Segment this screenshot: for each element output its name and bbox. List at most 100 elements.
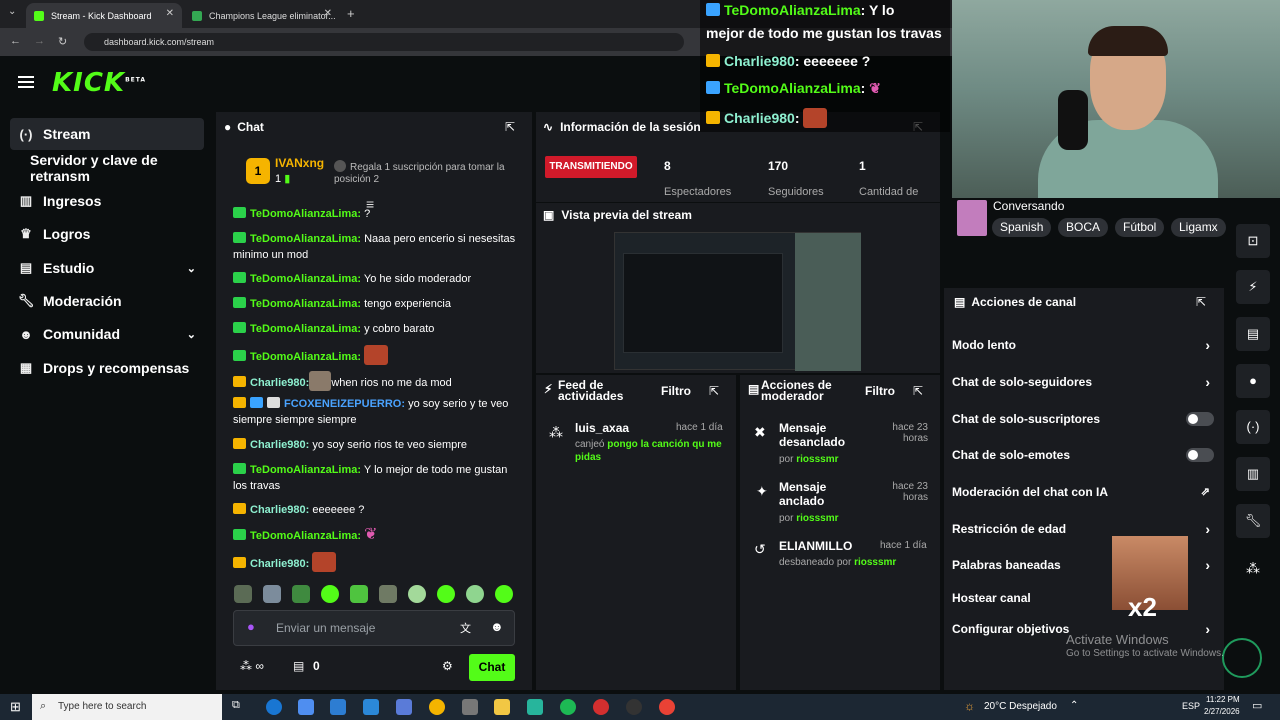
studio-icon: ▤ bbox=[19, 260, 33, 275]
edge-icon[interactable] bbox=[266, 699, 282, 715]
overlay-line: TeDomoAlianzaLima: Y lo bbox=[706, 2, 894, 18]
popout-icon[interactable]: ⇱ bbox=[505, 120, 515, 134]
task-view-icon[interactable]: ⧉ bbox=[232, 699, 248, 715]
wrench-icon: 🔧︎ bbox=[17, 293, 35, 308]
kick-logo[interactable]: KICKBETA bbox=[52, 68, 146, 98]
emote-icon[interactable] bbox=[263, 585, 281, 603]
feed-filter-button[interactable]: Filtro bbox=[661, 384, 691, 398]
wrench-icon[interactable]: 🔧︎ bbox=[1236, 504, 1270, 538]
copilot-icon[interactable] bbox=[298, 699, 314, 715]
broadcast-icon[interactable]: (·) bbox=[1236, 410, 1270, 444]
opera-icon[interactable] bbox=[593, 699, 609, 715]
tag-futbol[interactable]: Fútbol bbox=[1115, 218, 1165, 237]
popout-icon[interactable]: ⇱ bbox=[1196, 295, 1206, 309]
app-icon[interactable] bbox=[527, 699, 543, 715]
clock-date[interactable]: 2/27/2026 bbox=[1204, 707, 1240, 716]
weather-text[interactable]: 20°C Despejado bbox=[984, 701, 1057, 712]
emote-icon[interactable] bbox=[292, 585, 310, 603]
new-tab-icon[interactable]: + bbox=[347, 6, 355, 21]
live-status-badge: TRANSMITIENDO bbox=[545, 156, 637, 178]
chat-bubble-icon: ● bbox=[224, 120, 232, 134]
tray-chevron-icon[interactable]: ⌃ bbox=[1070, 700, 1078, 711]
mod-actions-header: ▤ Acciones de moderador bbox=[748, 378, 832, 403]
emote-icon[interactable] bbox=[379, 585, 397, 603]
category-thumbnail bbox=[957, 200, 987, 236]
emote-icon[interactable] bbox=[466, 585, 484, 603]
chevron-down-icon: ⌄ bbox=[186, 328, 196, 341]
tab-champions[interactable]: Champions League eliminator... ✕ bbox=[184, 3, 340, 28]
mod-filter-button[interactable]: Filtro bbox=[865, 384, 895, 398]
notes-icon[interactable]: ▤ bbox=[1236, 317, 1270, 351]
chat-message: Charlie980: yo soy serio rios te veo sie… bbox=[233, 437, 519, 453]
back-icon[interactable]: ← bbox=[10, 35, 21, 47]
action-slow-mode[interactable]: Modo lento › bbox=[952, 335, 1216, 355]
translate-icon[interactable]: 文 bbox=[460, 620, 471, 636]
spotify-icon[interactable] bbox=[560, 699, 576, 715]
chrome-icon[interactable] bbox=[659, 699, 675, 715]
lightning-icon[interactable]: ⚡︎ bbox=[1236, 270, 1270, 304]
chevron-right-icon: › bbox=[1205, 374, 1210, 390]
emote-icon[interactable] bbox=[408, 585, 426, 603]
chat-bubble-icon[interactable]: ● bbox=[1236, 364, 1270, 398]
stream-preview[interactable] bbox=[614, 232, 861, 371]
emote-icon[interactable] bbox=[437, 585, 455, 603]
chevron-right-icon: › bbox=[1205, 621, 1210, 637]
action-followers-only[interactable]: Chat de solo-seguidores › bbox=[952, 372, 1216, 392]
obs-icon[interactable] bbox=[626, 699, 642, 715]
tab-search-icon[interactable]: ⌄ bbox=[8, 6, 16, 17]
send-chat-button[interactable]: Chat bbox=[469, 654, 515, 681]
forward-icon[interactable]: → bbox=[34, 35, 45, 47]
message-input[interactable]: Enviar un mensaje bbox=[233, 610, 515, 646]
sidebar-item-drops[interactable]: ▦ Drops y recompensas bbox=[10, 352, 204, 384]
emotes-only-toggle[interactable] bbox=[1186, 448, 1214, 462]
reload-icon[interactable]: ↻ bbox=[58, 35, 67, 48]
points-icon[interactable]: ⁂ bbox=[1246, 560, 1260, 577]
menu-icon[interactable] bbox=[18, 76, 34, 88]
emote-icon[interactable] bbox=[321, 585, 339, 603]
mod-action: ELIANMILLO bbox=[779, 539, 853, 553]
action-ai-moderation[interactable]: Moderación del chat con IA ⇗ bbox=[952, 482, 1216, 502]
points-icon[interactable]: ⁂ ∞ bbox=[240, 659, 264, 673]
close-tab-icon[interactable]: ✕ bbox=[324, 8, 332, 19]
sidebar-item-estudio[interactable]: ▤ Estudio ⌄ bbox=[10, 252, 204, 284]
tag-spanish[interactable]: Spanish bbox=[992, 218, 1052, 237]
sidebar-item-comunidad[interactable]: ☻ Comunidad ⌄ bbox=[10, 318, 204, 350]
popout-icon[interactable]: ⇱ bbox=[913, 384, 923, 398]
emote-icon[interactable] bbox=[234, 585, 252, 603]
subscribers-only-toggle[interactable] bbox=[1186, 412, 1214, 426]
sidebar-item-logros[interactable]: ♛ Logros bbox=[10, 218, 204, 250]
tag-ligamx[interactable]: Ligamx bbox=[1171, 218, 1226, 237]
sidebar-item-moderacion[interactable]: 🔧︎ Moderación bbox=[10, 285, 204, 317]
windows-start-icon[interactable]: ⊞ bbox=[10, 699, 21, 715]
notification-icon[interactable]: ▭ bbox=[1252, 699, 1262, 712]
emote-icon[interactable] bbox=[350, 585, 368, 603]
emoji-icon[interactable]: ☻ bbox=[490, 619, 504, 634]
clock-time[interactable]: 11:22 PM bbox=[1206, 695, 1240, 704]
store-icon[interactable]: ▤ bbox=[293, 659, 304, 673]
category-name[interactable]: Conversando bbox=[993, 199, 1064, 213]
mail-icon[interactable] bbox=[330, 699, 346, 715]
popout-icon[interactable]: ⇱ bbox=[709, 384, 719, 398]
language-indicator[interactable]: ESP bbox=[1182, 701, 1200, 711]
sidebar-item-ingresos[interactable]: ▥ Ingresos bbox=[10, 185, 204, 217]
vscode-icon[interactable] bbox=[396, 699, 412, 715]
app-icon[interactable] bbox=[462, 699, 478, 715]
top-gifter-name[interactable]: IVANxng bbox=[275, 156, 324, 170]
tab-kick-dashboard[interactable]: Stream - Kick Dashboard ✕ bbox=[26, 3, 182, 28]
layout-icon[interactable]: ▥ bbox=[1236, 457, 1270, 491]
webcam-headset bbox=[1058, 90, 1088, 150]
file-explorer-icon[interactable] bbox=[494, 699, 510, 715]
emote-icon[interactable] bbox=[495, 585, 513, 603]
taskbar-search[interactable]: Type here to search bbox=[32, 694, 222, 720]
settings-icon[interactable]: ⚙ bbox=[442, 659, 453, 673]
feed-user[interactable]: luis_axaa bbox=[575, 421, 629, 435]
sidebar-item-stream[interactable]: (·) Stream bbox=[10, 118, 204, 150]
tag-boca[interactable]: BOCA bbox=[1058, 218, 1109, 237]
screenshot-icon[interactable]: ⊡ bbox=[1236, 224, 1270, 258]
chrome-canary-icon[interactable] bbox=[429, 699, 445, 715]
close-tab-icon[interactable]: ✕ bbox=[166, 8, 174, 19]
microphone-icon[interactable]: ● bbox=[247, 619, 255, 634]
sidebar-item-server-key[interactable]: Servidor y clave de retransm bbox=[10, 152, 220, 184]
store-icon[interactable] bbox=[363, 699, 379, 715]
url-field[interactable]: dashboard.kick.com/stream bbox=[84, 33, 684, 51]
